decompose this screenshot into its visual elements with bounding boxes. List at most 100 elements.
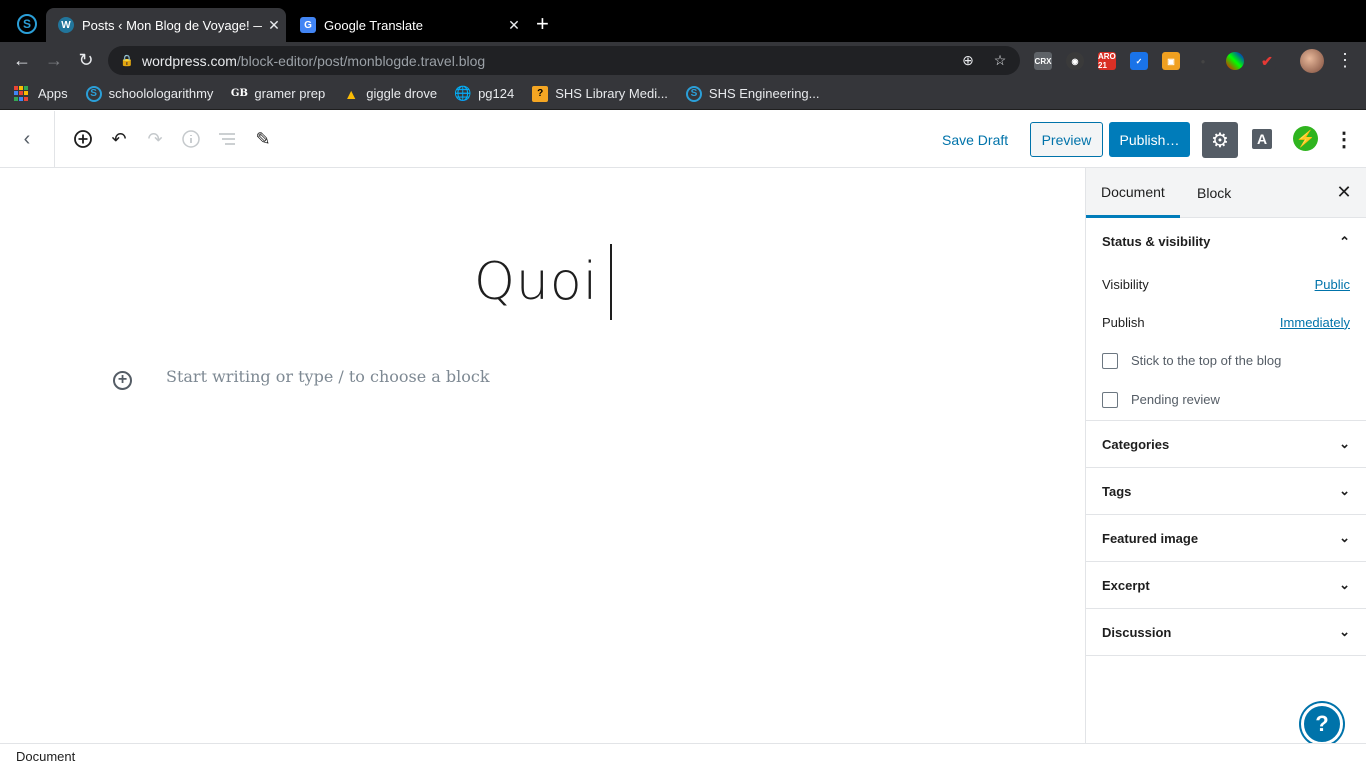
box-extension-icon[interactable]: ▣ [1162, 52, 1180, 70]
globe-icon: 🌐 [454, 85, 472, 101]
panel-categories-header[interactable]: Categories ⌄ [1086, 421, 1366, 468]
panel-featured-image-header[interactable]: Featured image ⌄ [1086, 515, 1366, 562]
bookmark-pg124[interactable]: 🌐 pg124 [454, 85, 515, 102]
wordpress-favicon-icon: W [58, 17, 74, 33]
chevron-down-icon: ⌄ [1339, 483, 1350, 498]
s-logo-icon: S [85, 85, 102, 102]
checkmark-extension-icon[interactable]: ✓ [1130, 52, 1148, 70]
owl-extension-icon[interactable]: ◉ [1066, 52, 1084, 70]
settings-sidebar: Document Block ✕ Status & visibility ⌃ V… [1085, 168, 1366, 743]
post-title-field[interactable]: Quoi [474, 244, 613, 320]
chevron-up-icon: ⌃ [1339, 233, 1350, 249]
tab-wordpress-posts[interactable]: W Posts ‹ Mon Blog de Voyage! — ✕ [46, 8, 286, 42]
crx-extension-icon[interactable]: CRX [1034, 52, 1052, 70]
chevron-down-icon: ⌄ [1339, 530, 1350, 545]
panel-tags-header[interactable]: Tags ⌄ [1086, 468, 1366, 515]
gb-logo-icon: GB [230, 88, 248, 99]
close-sidebar-icon[interactable]: ✕ [1334, 182, 1354, 202]
visibility-link[interactable]: Public [1315, 277, 1350, 292]
red-check-extension-icon[interactable]: ✔ [1258, 52, 1276, 70]
pending-review-row: Pending review [1102, 380, 1350, 419]
block-breadcrumb[interactable]: Document [0, 743, 1366, 768]
redo-icon[interactable]: ↷ [143, 127, 167, 151]
url-text: wordpress.com/block-editor/post/monblogd… [142, 53, 956, 69]
bookmark-label: schoolologarithmy [108, 86, 214, 101]
more-options-icon[interactable]: ⋮ [1334, 125, 1354, 153]
tab-google-translate[interactable]: G Google Translate ✕ [288, 8, 526, 42]
back-to-posts-button[interactable]: ‹ [0, 111, 55, 167]
hidden-extension-icon[interactable]: ● [1194, 52, 1212, 70]
save-draft-button[interactable]: Save Draft [936, 129, 1014, 151]
bookmark-shs-library[interactable]: ? SHS Library Medi... [532, 85, 668, 102]
panel-title: Excerpt [1102, 577, 1150, 593]
block-inserter-plus-icon[interactable]: + [113, 371, 132, 390]
preview-button[interactable]: Preview [1030, 122, 1103, 157]
publish-button[interactable]: Publish… [1109, 122, 1190, 157]
panel-status-visibility-header[interactable]: Status & visibility ⌃ [1086, 218, 1366, 265]
chevron-down-icon: ⌄ [1339, 624, 1350, 639]
bookmark-label: pg124 [478, 86, 515, 101]
list-view-icon[interactable] [215, 127, 239, 151]
bookmark-label: SHS Library Medi... [555, 86, 668, 101]
bookmark-label: SHS Engineering... [708, 86, 820, 101]
reload-icon[interactable]: ↻ [76, 50, 96, 70]
font-a-icon[interactable]: A [1252, 129, 1272, 149]
bookmark-gramer-prep[interactable]: GB gramer prep [231, 86, 325, 102]
tab-document[interactable]: Document [1086, 168, 1180, 218]
library-icon: ? [532, 85, 549, 102]
tab-close-icon[interactable]: ✕ [262, 17, 286, 34]
star-bookmark-icon[interactable]: ☆ [988, 52, 1012, 69]
publish-label: Publish [1102, 314, 1145, 330]
color-extension-icon[interactable] [1226, 52, 1244, 70]
chrome-menu-icon[interactable]: ⋮ [1336, 49, 1354, 71]
add-icon[interactable]: ⊕ [956, 52, 980, 69]
tab-close-icon[interactable]: ✕ [502, 17, 526, 34]
address-bar: ← → ↻ 🔒 wordpress.com/block-editor/post/… [0, 42, 1366, 78]
stick-to-top-checkbox[interactable] [1102, 352, 1118, 369]
undo-icon[interactable]: ↶ [107, 127, 131, 151]
bookmark-apps[interactable]: Apps [14, 85, 68, 102]
post-title-text: Quoi [474, 252, 599, 312]
panel-title: Tags [1102, 483, 1132, 499]
panel-title: Discussion [1102, 624, 1172, 640]
bookmark-label: Apps [38, 86, 68, 101]
lock-icon: 🔒 [120, 55, 134, 67]
panel-discussion-header[interactable]: Discussion ⌄ [1086, 609, 1366, 656]
chevron-left-icon: ‹ [23, 127, 31, 150]
publish-row: Publish Immediately [1102, 303, 1350, 341]
publish-date-link[interactable]: Immediately [1280, 315, 1350, 330]
url-path: /block-editor/post/monblogde.travel.blog [236, 52, 486, 69]
google-translate-favicon-icon: G [300, 17, 316, 33]
s-logo-icon: S [685, 85, 702, 102]
add-block-icon[interactable] [71, 127, 95, 151]
bookmark-schoolologarithmy[interactable]: S schoolologarithmy [85, 85, 214, 102]
pending-review-checkbox[interactable] [1102, 391, 1118, 408]
jetpack-bolt-icon[interactable]: ⚡ [1293, 126, 1318, 151]
new-tab-button[interactable]: + [536, 12, 549, 36]
editor-header: ‹ ↶ ↷ ✎ Save Draft Preview Publish… ⚙ A … [0, 111, 1366, 168]
sidebar-tabs: Document Block ✕ [1086, 168, 1366, 218]
forward-arrow-icon[interactable]: → [44, 50, 64, 70]
browser-tab-strip: S W Posts ‹ Mon Blog de Voyage! — ✕ G Go… [0, 0, 1366, 42]
apps-grid-icon [14, 85, 30, 102]
help-question-icon[interactable]: ? [1301, 703, 1343, 745]
settings-gear-icon[interactable]: ⚙ [1202, 122, 1238, 158]
bookmark-shs-engineering[interactable]: S SHS Engineering... [685, 85, 820, 102]
url-field[interactable]: 🔒 wordpress.com/block-editor/post/monblo… [108, 46, 1020, 75]
bookmark-label: gramer prep [254, 86, 326, 101]
pencil-edit-icon[interactable]: ✎ [251, 127, 275, 151]
bookmark-giggle-drove[interactable]: ▲ giggle drove [343, 86, 437, 102]
profile-s-icon[interactable]: S [17, 14, 37, 34]
profile-avatar[interactable] [1300, 49, 1324, 73]
visibility-label: Visibility [1102, 276, 1149, 292]
aro-extension-icon[interactable]: ARO 21 [1098, 52, 1116, 70]
panel-title: Featured image [1102, 530, 1199, 546]
url-host: wordpress.com [142, 52, 237, 69]
panel-excerpt-header[interactable]: Excerpt ⌄ [1086, 562, 1366, 609]
info-icon[interactable] [179, 127, 203, 151]
text-caret [610, 244, 613, 320]
tab-block[interactable]: Block [1182, 168, 1246, 218]
editor-canvas: Quoi + Start writing or type / to choose… [0, 168, 1085, 743]
back-arrow-icon[interactable]: ← [12, 50, 32, 70]
block-placeholder[interactable]: Start writing or type / to choose a bloc… [166, 367, 490, 386]
